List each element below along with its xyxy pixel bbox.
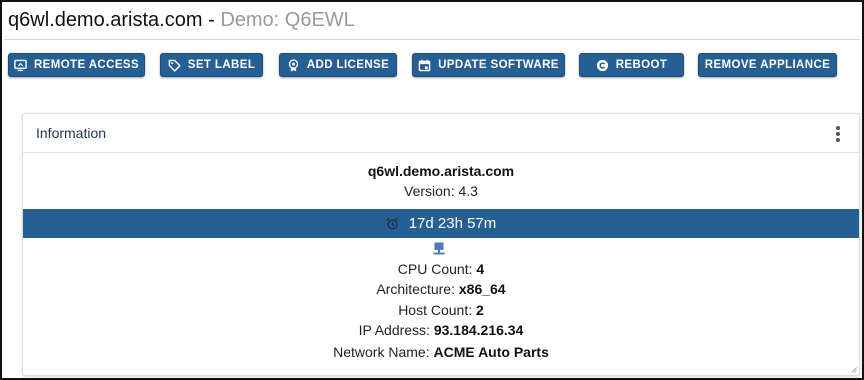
remote-access-button[interactable]: REMOTE ACCESS [8, 53, 145, 77]
card-header: Information [23, 114, 859, 153]
version-label: Version: [404, 183, 459, 199]
copyright-icon [596, 59, 608, 71]
network-name-value: ACME Auto Parts [433, 344, 549, 360]
remote-access-label: REMOTE ACCESS [33, 59, 140, 71]
add-license-label: ADD LICENSE [306, 59, 390, 71]
card-hostname: q6wl.demo.arista.com [23, 163, 859, 179]
badge-icon [288, 58, 299, 72]
set-label-button[interactable]: SET LABEL [160, 53, 263, 77]
version-value: 4.3 [458, 183, 478, 199]
ip-address-row: IP Address: 93.184.216.34 [23, 322, 859, 338]
architecture-value: x86_64 [458, 281, 506, 297]
version-row: Version: 4.3 [23, 183, 859, 199]
page-title-hostname: q6wl.demo.arista.com [8, 9, 203, 31]
action-toolbar: REMOTE ACCESS SET LABEL ADD LICENSE UPDA… [2, 53, 862, 77]
tag-icon [168, 59, 181, 72]
monitor-icon [14, 59, 27, 71]
page-title: q6wl.demo.arista.com - Demo: Q6EWL [8, 8, 355, 32]
cpu-count-row: CPU Count: 4 [23, 261, 859, 277]
set-label-label: SET LABEL [187, 59, 256, 71]
update-software-button[interactable]: UPDATE SOFTWARE [412, 53, 565, 77]
card-title: Information [36, 125, 107, 141]
add-license-button[interactable]: ADD LICENSE [279, 53, 397, 77]
resize-grip-icon[interactable] [851, 367, 857, 373]
kebab-menu-icon[interactable] [835, 126, 841, 142]
reboot-label: REBOOT [615, 59, 668, 71]
remove-appliance-button[interactable]: REMOVE APPLIANCE [698, 53, 837, 77]
reboot-button[interactable]: REBOOT [579, 53, 684, 77]
card-hostname-value: q6wl.demo.arista.com [367, 163, 515, 179]
page-title-demo-label: Demo: Q6EWL [220, 9, 355, 31]
network-name-label: Network Name: [333, 344, 434, 360]
architecture-row: Architecture: x86_64 [23, 281, 859, 297]
architecture-label: Architecture: [376, 281, 459, 297]
host-count-value: 2 [476, 302, 484, 318]
calendar-icon [418, 59, 431, 71]
ip-address-label: IP Address: [358, 322, 434, 338]
page-title-separator: - [202, 9, 221, 31]
uptime-value: 17d 23h 57m [408, 215, 497, 232]
computer-icon [433, 242, 445, 255]
cpu-count-label: CPU Count: [397, 261, 477, 277]
update-software-label: UPDATE SOFTWARE [438, 59, 559, 71]
title-divider [4, 39, 860, 40]
host-count-label: Host Count: [398, 302, 477, 318]
host-count-row: Host Count: 2 [23, 302, 859, 318]
ip-address-value: 93.184.216.34 [433, 322, 524, 338]
cpu-count-value: 4 [476, 261, 485, 277]
alarm-clock-icon [386, 217, 399, 230]
network-name-row: Network Name: ACME Auto Parts [23, 344, 859, 360]
information-card: Information q6wl.demo.arista.com Version… [22, 113, 860, 376]
uptime-bar: 17d 23h 57m [23, 209, 859, 238]
remove-appliance-label: REMOVE APPLIANCE [704, 59, 831, 71]
app-window: q6wl.demo.arista.com - Demo: Q6EWL REMOT… [0, 0, 864, 380]
